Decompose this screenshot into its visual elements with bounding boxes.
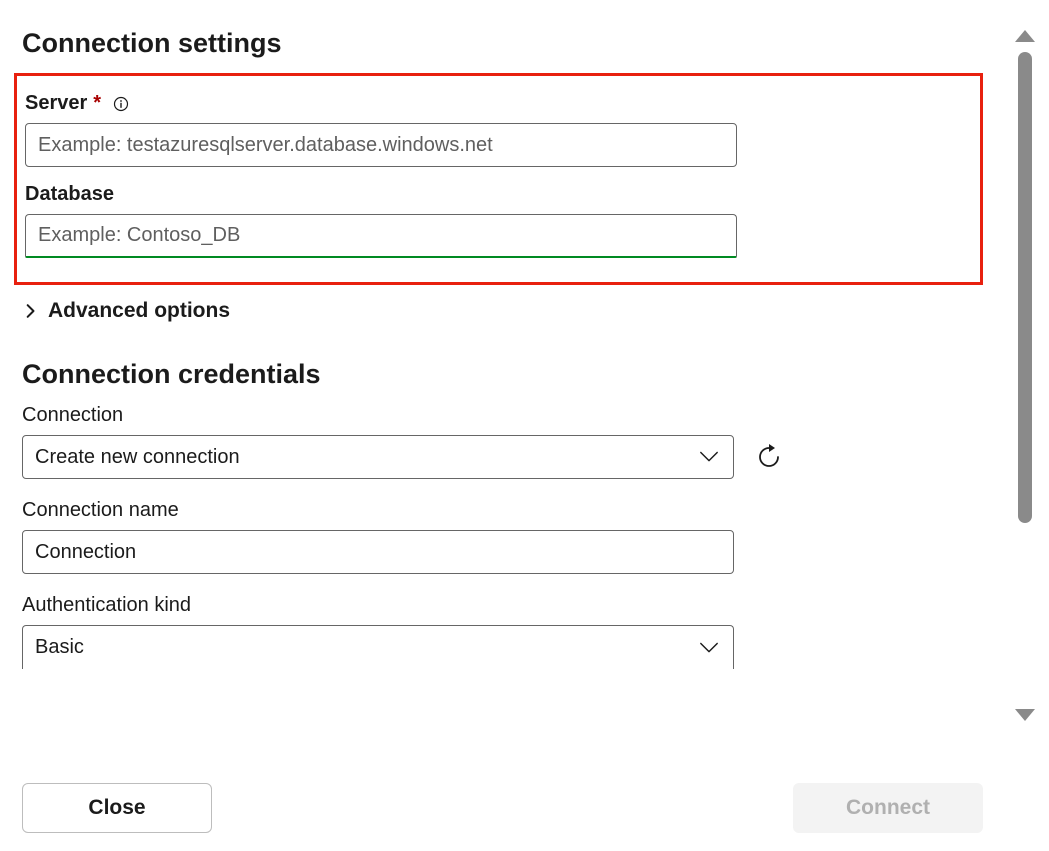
chevron-right-icon <box>24 303 38 319</box>
connection-settings-title: Connection settings <box>22 28 983 59</box>
vertical-scrollbar[interactable] <box>1013 30 1037 721</box>
connection-select-row: Create new connection <box>22 435 983 479</box>
connection-select[interactable]: Create new connection <box>22 435 734 479</box>
server-label-text: Server <box>25 92 87 115</box>
connection-select-value: Create new connection <box>35 446 240 469</box>
connection-name-label: Connection name <box>22 499 983 522</box>
scroll-thumb[interactable] <box>1018 52 1032 523</box>
auth-kind-field-group: Authentication kind Basic <box>22 594 983 669</box>
database-field-group: Database <box>25 183 964 258</box>
chevron-down-icon <box>699 641 719 655</box>
server-field-group: Server * <box>25 92 964 167</box>
scroll-down-icon[interactable] <box>1015 709 1035 721</box>
chevron-down-icon <box>699 450 719 464</box>
connection-field-group: Connection Create new connection <box>22 404 983 479</box>
refresh-icon[interactable] <box>756 444 782 470</box>
auth-kind-select-value: Basic <box>35 636 84 659</box>
info-icon[interactable] <box>113 96 129 112</box>
connect-button[interactable]: Connect <box>793 783 983 833</box>
settings-highlight-box: Server * Database <box>14 73 983 285</box>
auth-kind-label: Authentication kind <box>22 594 983 617</box>
dialog-body: Connection settings Server * Database Ad… <box>0 0 1005 720</box>
dialog-footer: Close Connect <box>0 783 1005 833</box>
database-input[interactable] <box>25 214 737 258</box>
database-label: Database <box>25 183 964 206</box>
server-input[interactable] <box>25 123 737 167</box>
close-button[interactable]: Close <box>22 783 212 833</box>
connection-name-input[interactable] <box>22 530 734 574</box>
connection-name-field-group: Connection name <box>22 499 983 574</box>
auth-kind-select[interactable]: Basic <box>22 625 734 669</box>
connection-label: Connection <box>22 404 983 427</box>
advanced-options-toggle[interactable]: Advanced options <box>24 299 983 323</box>
server-label: Server * <box>25 92 964 115</box>
connection-credentials-title: Connection credentials <box>22 359 983 390</box>
scroll-up-icon[interactable] <box>1015 30 1035 42</box>
required-indicator: * <box>93 92 101 115</box>
advanced-options-label: Advanced options <box>48 299 230 323</box>
